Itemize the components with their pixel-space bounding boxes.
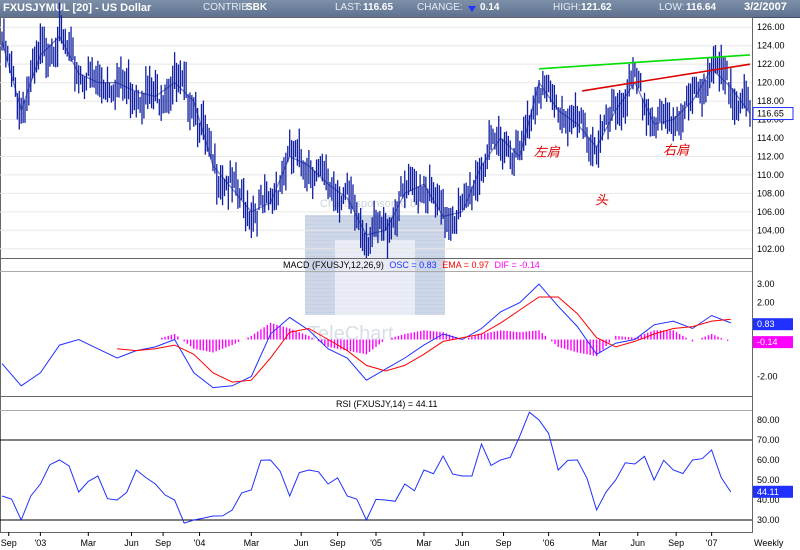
rsi-panel: 80.0070.0060.0050.0040.0030.0044.11 — [0, 411, 793, 525]
price-ytick-label: 126.00 — [757, 22, 785, 32]
price-ytick-label: 122.00 — [757, 59, 785, 69]
macd-ytick-label: 2.00 — [757, 298, 775, 308]
macd-title-text: MACD (FXUSJY,12,26,9) — [283, 260, 384, 270]
price-panel: 左肩头右肩126.00124.00122.00120.00118.00116.0… — [0, 2, 794, 259]
stock-chart: Charts sponsored by TeleChart MACD (FXUS… — [0, 2, 794, 548]
price-ytick-label: 104.00 — [757, 225, 785, 235]
price-ytick-label: 102.00 — [757, 244, 785, 254]
x-tick-label: Sep — [330, 538, 346, 548]
rsi-ytick-label: 70.00 — [757, 435, 780, 445]
rsi-line — [1, 411, 732, 524]
macd-panel-title: MACD (FXUSJY,12,26,9) OSC = 0.83 EMA = 0… — [283, 260, 540, 270]
price-ytick-label: 114.00 — [757, 133, 784, 143]
macd-ytick-label: 3.00 — [757, 279, 775, 289]
x-tick-label: Mar — [244, 538, 260, 548]
annotation-label: 右肩 — [663, 143, 690, 159]
macd-value-label: 0.83 — [757, 319, 775, 329]
macd-ytick-label: -2.00 — [757, 372, 778, 382]
rsi-ytick-label: 60.00 — [757, 455, 780, 465]
macd-value-label: -0.14 — [757, 337, 778, 347]
x-tick-label: Sep — [1, 538, 17, 548]
x-tick-label: Sep — [155, 538, 171, 548]
price-ytick-label: 124.00 — [757, 41, 785, 51]
x-tick-label: Mar — [81, 538, 97, 548]
rsi-ytick-label: 50.00 — [757, 475, 780, 485]
macd-osc-label: OSC = 0.83 — [389, 260, 436, 270]
x-tick-label: Jun — [124, 538, 139, 548]
x-tick-label: '05 — [370, 538, 382, 548]
x-tick-label: Jun — [631, 538, 646, 548]
annotation-label: 左肩 — [534, 144, 561, 160]
x-tick-label: '04 — [194, 538, 206, 548]
price-ytick-label: 108.00 — [757, 188, 785, 198]
x-tick-label: '06 — [543, 538, 555, 548]
price-ytick-label: 112.00 — [757, 151, 784, 161]
rsi-ytick-label: 30.00 — [757, 515, 780, 525]
macd-ema-label: EMA = 0.97 — [442, 260, 489, 270]
annotation-label: 头 — [595, 193, 609, 208]
rsi-ytick-label: 80.00 — [757, 415, 780, 425]
rsi-value-label: 44.11 — [757, 487, 779, 497]
price-ytick-label: 120.00 — [757, 78, 785, 88]
rsi-panel-frame — [0, 396, 753, 533]
price-ytick-label: 110.00 — [757, 170, 784, 180]
x-tick-label: Jun — [294, 538, 309, 548]
price-ytick-label: 106.00 — [757, 207, 785, 217]
x-tick-label: Sep — [496, 538, 512, 548]
x-tick-label: Jun — [455, 538, 470, 548]
rsi-panel-title: RSI (FXUSJY,14) = 44.11 — [336, 399, 437, 409]
x-tick-label: Mar — [592, 538, 608, 548]
last-price-label: 116.65 — [757, 109, 784, 119]
neckline-green — [538, 54, 751, 70]
axes: Sep '03 Mar Jun Sep '04 Mar Jun Sep '05 Mar Jun Sep '… — [1, 532, 784, 548]
x-tick-label: Sep — [668, 538, 684, 548]
x-tick-label: '03 — [34, 538, 46, 548]
x-tick-label: Weekly — [754, 538, 784, 548]
macd-dif-label: DIF = -0.14 — [494, 260, 539, 270]
x-tick-label: Mar — [416, 538, 432, 548]
x-tick-label: '07 — [706, 538, 718, 548]
price-ytick-label: 118.00 — [757, 96, 784, 106]
